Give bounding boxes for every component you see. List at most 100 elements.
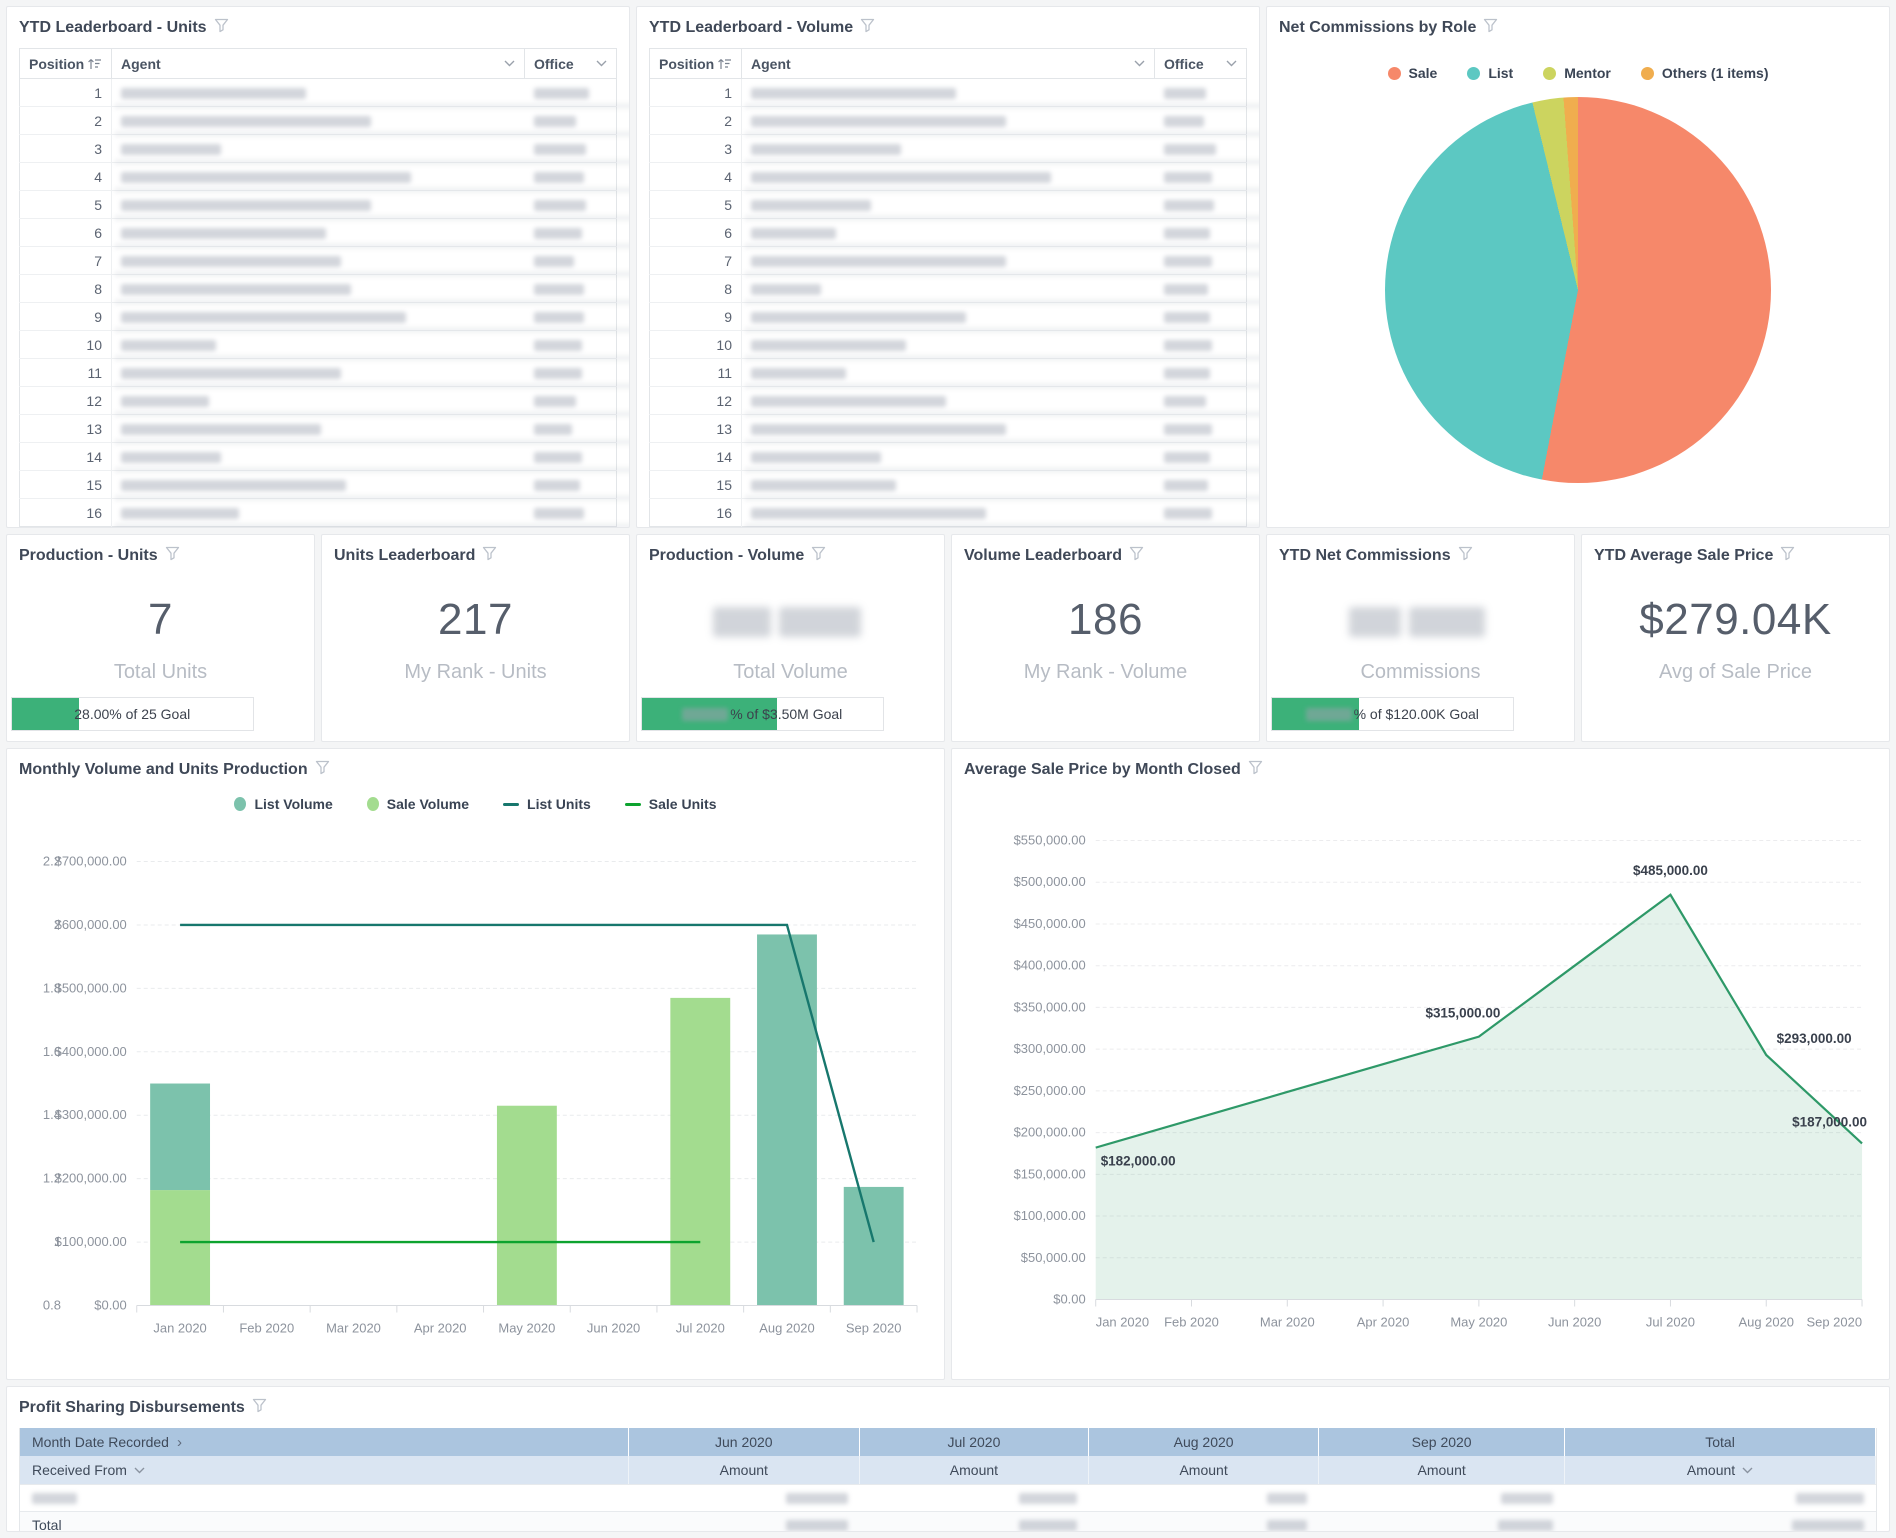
expand-arrow-icon[interactable]: › — [177, 1435, 182, 1450]
filter-funnel-icon[interactable] — [315, 760, 330, 781]
table-row[interactable]: 11 — [649, 358, 1259, 389]
list-volume-bar[interactable] — [150, 1083, 211, 1191]
table-row[interactable]: 1 — [649, 78, 1259, 109]
filter-funnel-icon[interactable] — [860, 18, 875, 39]
combo-legend-item[interactable]: List Units — [503, 796, 591, 812]
table-row[interactable]: 15 — [19, 470, 629, 501]
position-cell: 10 — [19, 330, 112, 359]
table-row[interactable]: 2 — [19, 106, 629, 137]
pie-legend-item[interactable]: Others (1 items) — [1640, 65, 1768, 81]
kpi-card-title: Units Leaderboard — [334, 545, 617, 567]
table-row[interactable]: 3 — [19, 134, 629, 165]
filter-funnel-icon[interactable] — [1483, 18, 1498, 39]
filter-funnel-icon[interactable] — [165, 546, 180, 567]
table-row[interactable]: 14 — [649, 442, 1259, 473]
table-row[interactable]: 5 — [19, 190, 629, 221]
pie-legend-item[interactable]: Sale — [1387, 65, 1437, 81]
chevron-down-icon[interactable] — [504, 60, 515, 67]
combo-legend-item[interactable]: Sale Units — [624, 796, 717, 812]
filter-funnel-icon[interactable] — [214, 18, 229, 39]
filter-funnel-icon[interactable] — [252, 1398, 267, 1419]
chevron-down-icon[interactable] — [1134, 60, 1145, 67]
table-row[interactable]: 15 — [649, 470, 1259, 501]
filter-funnel-icon[interactable] — [482, 546, 497, 567]
office-column-header[interactable]: Office — [1154, 48, 1247, 79]
legend-dot-icon — [1467, 66, 1481, 80]
y-axis-tick: $500,000.00 — [1014, 874, 1086, 889]
table-row[interactable]: 11 — [19, 358, 629, 389]
net-commissions-by-role-card: Net Commissions by Role Sale List Mentor Ot… — [1266, 6, 1890, 528]
position-cell: 10 — [649, 330, 742, 359]
position-column-header[interactable]: Position — [19, 48, 112, 79]
table-row[interactable]: 8 — [19, 274, 629, 305]
table-row[interactable]: 9 — [19, 302, 629, 333]
filter-funnel-icon[interactable] — [1458, 546, 1473, 567]
combo-legend-item[interactable]: List Volume — [234, 796, 333, 812]
filter-funnel-icon[interactable] — [811, 546, 826, 567]
agent-column-header[interactable]: Agent — [741, 48, 1155, 79]
table-row[interactable]: 10 — [19, 330, 629, 361]
list-volume-bar[interactable] — [843, 1186, 904, 1306]
pie-legend-item[interactable]: Mentor — [1543, 65, 1611, 81]
table-row[interactable]: 5 — [649, 190, 1259, 221]
sale-volume-bar[interactable] — [150, 1190, 211, 1306]
table-row[interactable]: 6 — [649, 218, 1259, 249]
table-row[interactable]: 4 — [19, 162, 629, 193]
office-column-header[interactable]: Office — [524, 48, 617, 79]
sale-volume-bar[interactable] — [496, 1105, 557, 1306]
month-column-header[interactable]: Aug 2020 — [1089, 1428, 1320, 1456]
position-column-header[interactable]: Position — [649, 48, 742, 79]
table-row[interactable]: 1 — [19, 78, 629, 109]
pie-legend-item[interactable]: List — [1467, 65, 1513, 81]
table-row[interactable]: 16 — [649, 498, 1259, 527]
monthly-volume-units-chart[interactable]: $0.00 0.8 $100,000.001 $200,000.001.2 $300,0… — [19, 821, 932, 1366]
month-column-header[interactable]: Sep 2020 — [1319, 1428, 1566, 1456]
chevron-down-icon[interactable] — [1226, 60, 1237, 67]
table-row[interactable]: 8 — [649, 274, 1259, 305]
received-from-header[interactable]: Received From — [20, 1456, 629, 1484]
agent-cell-redacted — [741, 386, 1259, 417]
table-row[interactable]: 12 — [649, 386, 1259, 417]
filter-funnel-icon[interactable] — [1780, 546, 1795, 567]
table-row[interactable]: 7 — [649, 246, 1259, 277]
agent-column-header[interactable]: Agent — [111, 48, 525, 79]
filter-funnel-icon[interactable] — [1248, 760, 1263, 781]
avg-sale-price-chart[interactable]: $0.00 $50,000.00 $100,000.00 $150,000.00 $20… — [964, 785, 1877, 1365]
table-row[interactable]: 4 — [649, 162, 1259, 193]
table-row[interactable]: 14 — [19, 442, 629, 473]
combo-legend-item[interactable]: Sale Volume — [366, 796, 469, 812]
table-row[interactable]: 6 — [19, 218, 629, 249]
month-column-header[interactable]: Total — [1565, 1428, 1876, 1456]
amount-column-header[interactable]: Amount — [628, 1456, 860, 1484]
net-commissions-pie-chart[interactable] — [1385, 97, 1771, 483]
table-row[interactable]: 12 — [19, 386, 629, 417]
month-date-recorded-header[interactable]: Month Date Recorded › — [20, 1428, 629, 1456]
amount-column-header[interactable]: Amount — [859, 1456, 1090, 1484]
amount-column-header[interactable]: Amount — [1565, 1456, 1876, 1484]
month-column-header[interactable]: Jun 2020 — [628, 1428, 860, 1456]
profit-data-row[interactable] — [20, 1484, 1876, 1511]
table-row[interactable]: 7 — [19, 246, 629, 277]
position-cell: 5 — [19, 190, 112, 219]
table-row[interactable]: 2 — [649, 106, 1259, 137]
amount-column-header[interactable]: Amount — [1089, 1456, 1320, 1484]
list-volume-bar[interactable] — [757, 934, 817, 1306]
chevron-down-icon[interactable] — [134, 1467, 145, 1474]
month-column-header[interactable]: Jul 2020 — [859, 1428, 1090, 1456]
volume-axis-tick: $0.00 — [94, 1298, 126, 1313]
table-row[interactable]: 10 — [649, 330, 1259, 361]
sale-volume-bar[interactable] — [670, 997, 731, 1306]
kpi-card-my-rank-units: Units Leaderboard 217 My Rank - Units — [321, 534, 630, 742]
table-row[interactable]: 13 — [19, 414, 629, 445]
table-row[interactable]: 9 — [649, 302, 1259, 333]
sort-ascending-icon[interactable] — [87, 57, 102, 70]
amount-column-header[interactable]: Amount — [1319, 1456, 1566, 1484]
redacted-agent-name — [121, 452, 221, 464]
sort-ascending-icon[interactable] — [717, 57, 732, 70]
chevron-down-icon[interactable] — [596, 60, 607, 67]
filter-funnel-icon[interactable] — [1129, 546, 1144, 567]
table-row[interactable]: 16 — [19, 498, 629, 527]
table-row[interactable]: 13 — [649, 414, 1259, 445]
table-row[interactable]: 3 — [649, 134, 1259, 165]
chevron-down-icon[interactable] — [1742, 1467, 1753, 1474]
